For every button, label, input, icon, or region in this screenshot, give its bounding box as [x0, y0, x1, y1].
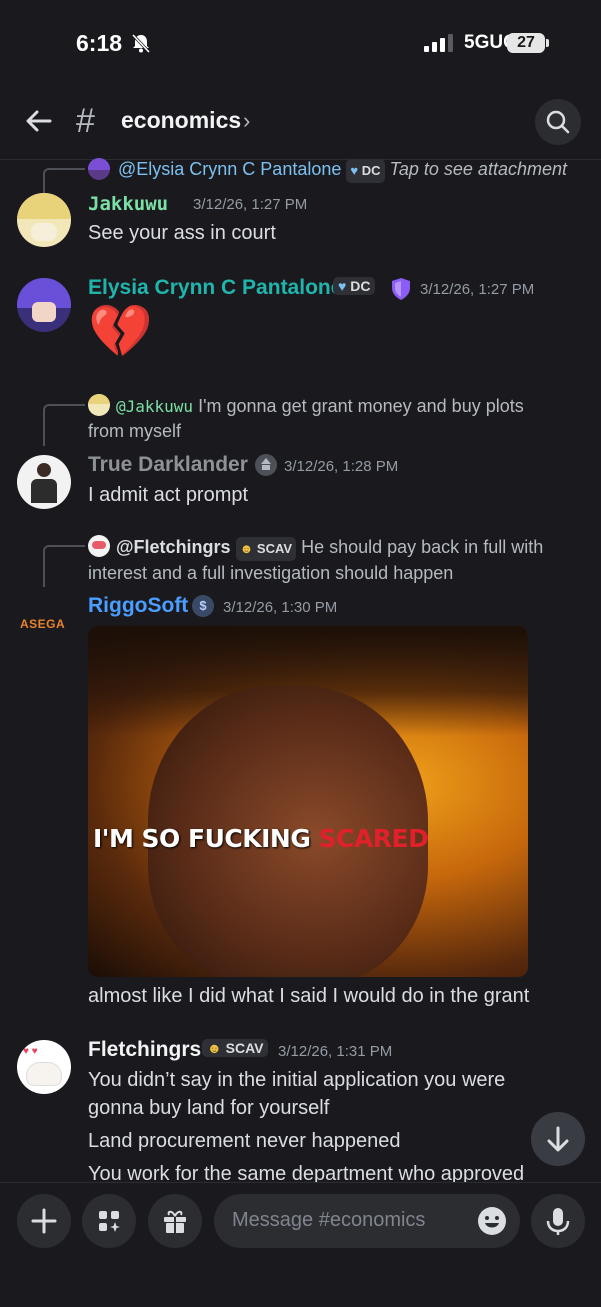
- message-text[interactable]: You didn’t say in the initial applicatio…: [88, 1066, 505, 1094]
- search-button[interactable]: [535, 99, 581, 145]
- status-time: 6:18: [76, 30, 123, 56]
- back-arrow-icon[interactable]: [24, 106, 54, 136]
- arrow-down-icon: [547, 1126, 569, 1152]
- avatar[interactable]: [17, 278, 71, 332]
- scav-tag: ☻ SCAV: [235, 537, 297, 561]
- avatar[interactable]: ♥ ♥: [17, 1040, 71, 1094]
- gif-caption: I'M SO FUCKING SCARED: [93, 824, 429, 853]
- message-text[interactable]: almost like I did what I said I would do…: [88, 982, 529, 1010]
- microphone-icon: [546, 1208, 570, 1235]
- message-placeholder: Message #economics: [232, 1209, 426, 1231]
- cellular-signal-icon: [424, 34, 453, 52]
- reply-preview[interactable]: @Elysia Crynn C Pantalone ♥ DC Tap to se…: [118, 157, 567, 183]
- timestamp: 3/12/26, 1:31 PM: [278, 1043, 393, 1060]
- channel-hash-icon: #: [76, 102, 95, 140]
- avatar: [88, 158, 110, 180]
- channel-title[interactable]: economics: [121, 107, 241, 134]
- dc-tag: ♥ DC: [346, 159, 385, 183]
- gif-attachment[interactable]: I'M SO FUCKING SCARED: [88, 626, 528, 977]
- capitol-badge-icon: [255, 454, 277, 476]
- reply-preview[interactable]: @Fletchingrs ☻ SCAV He should pay back i…: [88, 535, 578, 585]
- voice-message-button[interactable]: [531, 1194, 585, 1248]
- search-icon: [546, 110, 570, 134]
- reply-mention: @Elysia Crynn C Pantalone: [118, 159, 342, 179]
- apps-sparkle-icon: [99, 1211, 120, 1232]
- shield-icon: [392, 278, 410, 300]
- add-attachment-button[interactable]: [17, 1194, 71, 1248]
- timestamp: 3/12/26, 1:28 PM: [284, 458, 399, 475]
- emoji-icon[interactable]: [477, 1206, 507, 1236]
- broken-heart-emoji[interactable]: 💔: [88, 300, 153, 364]
- avatar[interactable]: [17, 193, 71, 247]
- battery-icon: [546, 39, 549, 47]
- bell-muted-icon: [131, 33, 151, 54]
- scav-tag: ☻ SCAV: [202, 1039, 269, 1057]
- gift-icon: [164, 1210, 186, 1233]
- author-name[interactable]: True Darklander: [88, 453, 248, 477]
- reply-preview[interactable]: @Jakkuwu I'm gonna get grant money and b…: [88, 394, 568, 443]
- timestamp: 3/12/26, 1:27 PM: [193, 196, 308, 213]
- dc-tag: ♥ DC: [333, 277, 376, 295]
- reply-text: Tap to see attachment: [389, 159, 567, 179]
- jump-to-bottom-button[interactable]: [531, 1112, 585, 1166]
- author-name[interactable]: Fletchingrs: [88, 1038, 201, 1062]
- timestamp: 3/12/26, 1:27 PM: [420, 281, 535, 298]
- message-text[interactable]: Land procurement never happened: [88, 1127, 400, 1155]
- plus-icon: [31, 1208, 57, 1234]
- reply-connector: [43, 404, 85, 446]
- apps-button[interactable]: [82, 1194, 136, 1248]
- author-name[interactable]: Jakkuwu: [88, 193, 168, 215]
- message-text[interactable]: I admit act prompt: [88, 481, 248, 509]
- gift-button[interactable]: [148, 1194, 202, 1248]
- author-name[interactable]: RiggoSoft: [88, 594, 188, 618]
- chevron-right-icon[interactable]: ›: [243, 108, 250, 134]
- avatar[interactable]: [17, 455, 71, 509]
- timestamp: 3/12/26, 1:30 PM: [223, 599, 338, 616]
- author-name[interactable]: Elysia Crynn C Pantalone: [88, 276, 342, 300]
- battery-level: 27: [507, 33, 545, 53]
- message-text[interactable]: See your ass in court: [88, 219, 276, 247]
- avatar[interactable]: ASEGA: [20, 617, 65, 631]
- message-text[interactable]: gonna buy land for yourself: [88, 1094, 329, 1122]
- dollar-badge-icon: $: [192, 595, 214, 617]
- reply-connector: [43, 545, 85, 587]
